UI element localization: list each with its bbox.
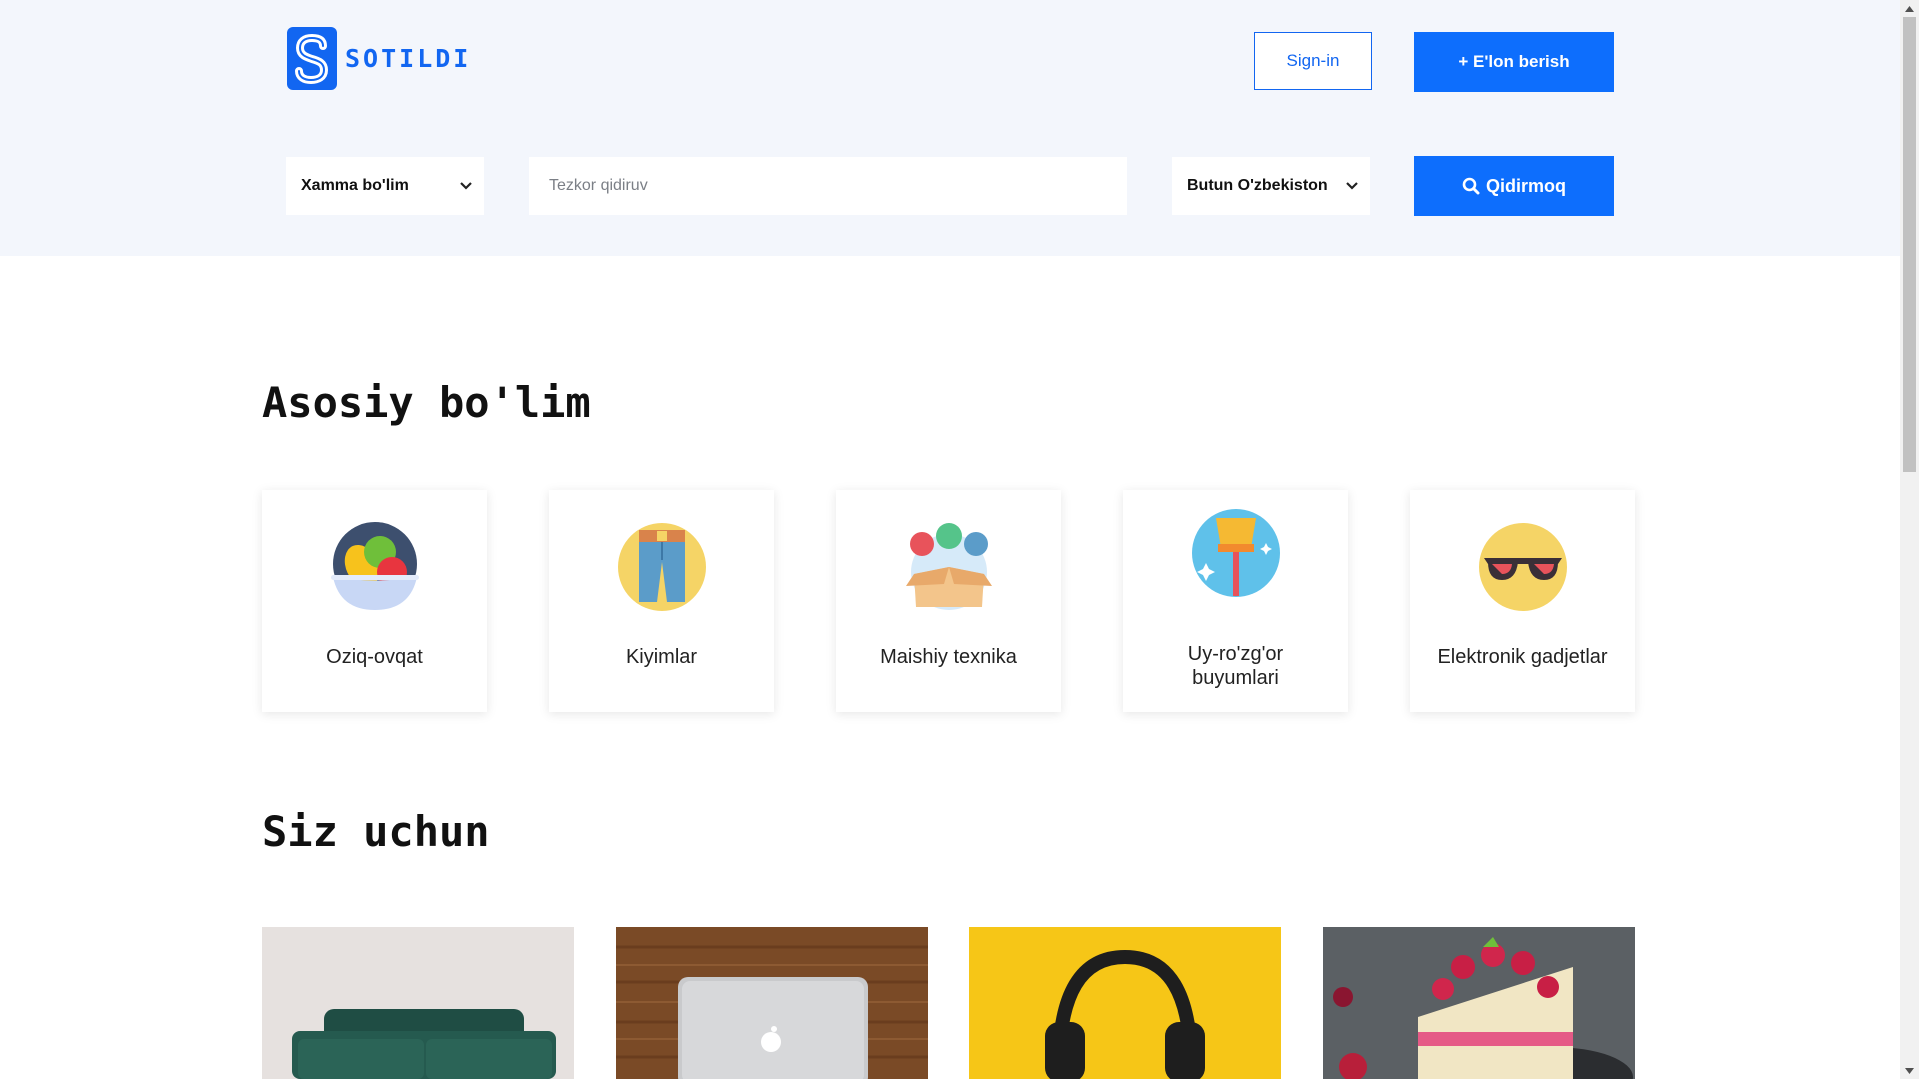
search-icon	[1462, 177, 1480, 195]
scrollbar-thumb[interactable]	[1903, 17, 1916, 472]
category-label: Elektronik gadjetlar	[1437, 646, 1608, 668]
category-card-appliances[interactable]: Maishiy texnika	[836, 490, 1061, 712]
raspberry-cake-photo	[1323, 927, 1635, 1079]
category-select[interactable]: Xamma bo'lim	[286, 157, 484, 215]
chevron-down-icon	[1340, 174, 1364, 198]
region-select[interactable]: Butun O'zbekiston	[1172, 157, 1370, 215]
post-ad-button[interactable]: + E'lon berish	[1414, 32, 1614, 92]
category-label: Oziq-ovqat	[326, 646, 423, 668]
category-card-clothes[interactable]: Kiyimlar	[549, 490, 774, 712]
chevron-down-icon	[454, 174, 478, 198]
category-card-household[interactable]: Uy-ro'zg'or buyumlari	[1123, 490, 1348, 712]
fruit-bowl-icon	[331, 522, 419, 610]
logo-text: SOTILDI	[345, 44, 472, 73]
broom-icon	[1192, 509, 1280, 597]
logo-s-icon	[287, 27, 337, 90]
main-section-title: Asosiy bo'lim	[262, 378, 591, 427]
product-card[interactable]	[1323, 927, 1635, 1079]
header: SOTILDI Sign-in + E'lon berish Xamma bo'…	[0, 0, 1900, 256]
search-button[interactable]: Qidirmoq	[1414, 156, 1614, 216]
jeans-icon	[618, 523, 706, 611]
box-of-goods-icon	[906, 523, 992, 610]
product-card[interactable]	[969, 927, 1281, 1079]
category-card-food[interactable]: Oziq-ovqat	[262, 490, 487, 712]
laptop-on-wood-photo	[616, 927, 928, 1079]
category-select-value: Xamma bo'lim	[301, 177, 409, 194]
green-sofa-photo	[262, 927, 574, 1079]
logo[interactable]: SOTILDI	[287, 27, 471, 90]
scroll-up-arrow-icon[interactable]	[1900, 0, 1919, 17]
headphones-on-yellow-photo	[969, 927, 1281, 1079]
category-card-electronics[interactable]: Elektronik gadjetlar	[1410, 490, 1635, 712]
vertical-scrollbar[interactable]	[1900, 0, 1919, 1079]
category-label: Kiyimlar	[625, 646, 698, 668]
product-card[interactable]	[616, 927, 928, 1079]
search-button-label: Qidirmoq	[1486, 175, 1566, 196]
sign-in-button[interactable]: Sign-in	[1254, 32, 1372, 90]
search-input[interactable]	[529, 157, 1127, 215]
sunglasses-icon	[1479, 523, 1567, 611]
product-card[interactable]	[262, 927, 574, 1079]
page: SOTILDI Sign-in + E'lon berish Xamma bo'…	[0, 0, 1900, 1079]
for-you-section-title: Siz uchun	[262, 807, 490, 856]
category-label: Maishiy texnika	[880, 646, 1017, 668]
scroll-down-arrow-icon[interactable]	[1900, 1062, 1919, 1079]
category-label: Uy-ro'zg'or buyumlari	[1187, 643, 1284, 689]
region-select-value: Butun O'zbekiston	[1187, 177, 1328, 194]
